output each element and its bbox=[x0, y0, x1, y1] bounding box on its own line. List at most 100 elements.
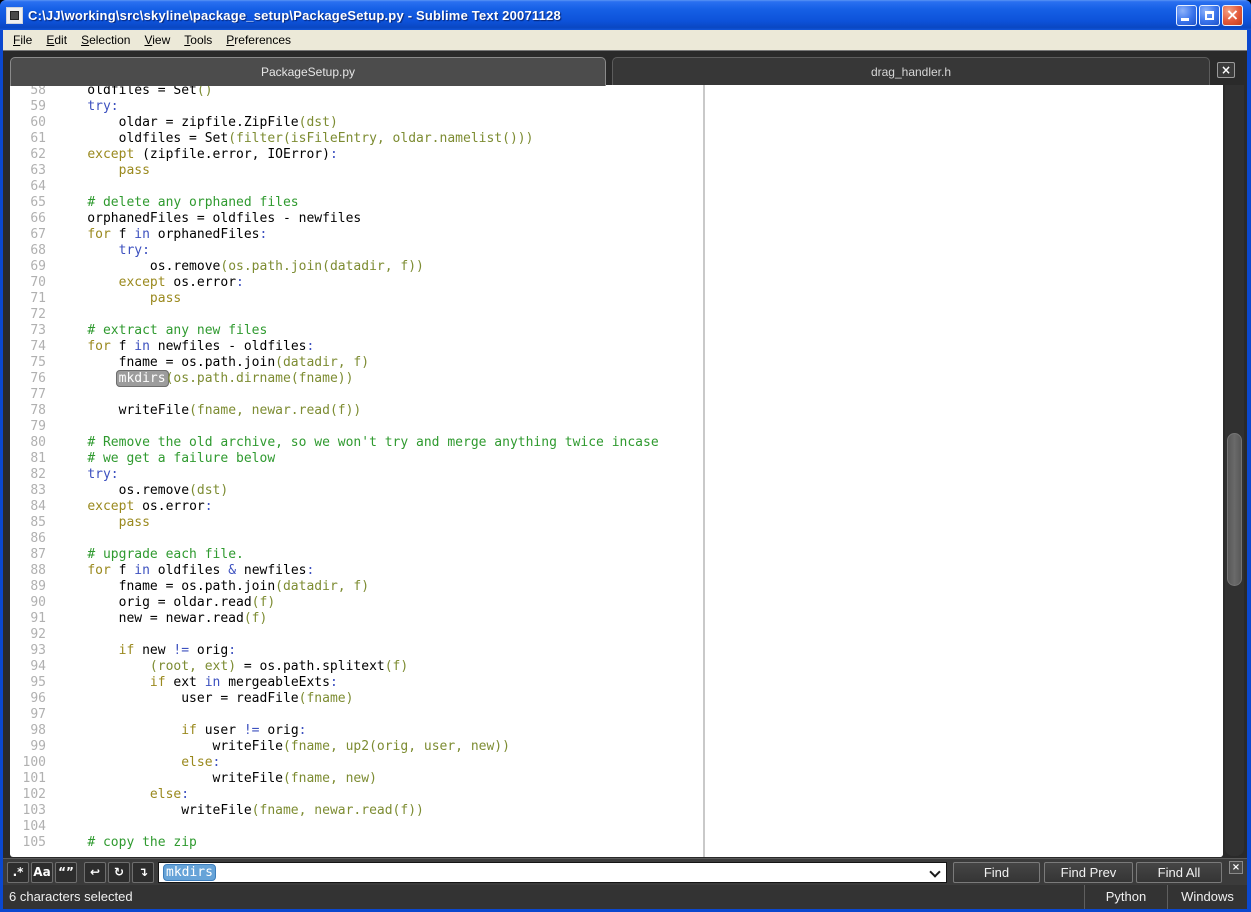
menu-preferences[interactable]: Preferences bbox=[219, 31, 298, 50]
code-line[interactable]: 65 # delete any orphaned files bbox=[10, 195, 703, 211]
menu-view[interactable]: View bbox=[137, 31, 177, 50]
editor-chrome: PackageSetup.pydrag_handler.h × 58 oldfil… bbox=[3, 50, 1247, 908]
menu-file[interactable]: File bbox=[6, 31, 39, 50]
reverse-direction-toggle[interactable]: ↻ bbox=[108, 862, 130, 883]
code-line[interactable]: 96 user = readFile(fname) bbox=[10, 691, 703, 707]
close-button[interactable]: × bbox=[1222, 5, 1243, 26]
case-sensitive-toggle[interactable]: Aa bbox=[31, 862, 53, 883]
in-selection-toggle[interactable]: ↴ bbox=[132, 862, 154, 883]
code-line[interactable]: 100 else: bbox=[10, 755, 703, 771]
code-line[interactable]: 98 if user != orig: bbox=[10, 723, 703, 739]
tab-bar-close-icon[interactable]: × bbox=[1217, 62, 1235, 78]
code-line[interactable]: 91 new = newar.read(f) bbox=[10, 611, 703, 627]
scrollbar-thumb[interactable] bbox=[1227, 433, 1242, 586]
code-token bbox=[56, 275, 119, 290]
find-button[interactable]: Find bbox=[953, 862, 1040, 883]
code-line[interactable]: 90 orig = oldar.read(f) bbox=[10, 595, 703, 611]
tab-packagesetup-py[interactable]: PackageSetup.py bbox=[10, 57, 606, 86]
minimize-button[interactable] bbox=[1176, 5, 1197, 26]
code-line[interactable]: 105 # copy the zip bbox=[10, 835, 703, 851]
code-line[interactable]: 68 try: bbox=[10, 243, 703, 259]
code-token: (dst) bbox=[299, 115, 338, 130]
editor-area[interactable]: 58 oldfiles = Set()59 try:60 oldar = zip… bbox=[10, 85, 1223, 857]
line-number: 64 bbox=[10, 179, 46, 195]
code-line[interactable]: 97 bbox=[10, 707, 703, 723]
regex-toggle[interactable]: .* bbox=[7, 862, 29, 883]
code-line[interactable]: 72 bbox=[10, 307, 703, 323]
code-line[interactable]: 80 # Remove the old archive, so we won't… bbox=[10, 435, 703, 451]
code-line[interactable]: 67 for f in orphanedFiles: bbox=[10, 227, 703, 243]
code-line[interactable]: 76 mkdirs(os.path.dirname(fname)) bbox=[10, 371, 703, 387]
code-line[interactable]: 78 writeFile(fname, newar.read(f)) bbox=[10, 403, 703, 419]
code-token: else bbox=[181, 755, 212, 770]
code-line[interactable]: 89 fname = os.path.join(datadir, f) bbox=[10, 579, 703, 595]
line-endings-selector[interactable]: Windows bbox=[1167, 885, 1247, 909]
code-line[interactable]: 83 os.remove(dst) bbox=[10, 483, 703, 499]
code-line[interactable]: 93 if new != orig: bbox=[10, 643, 703, 659]
code-line[interactable]: 81 # we get a failure below bbox=[10, 451, 703, 467]
find-all-button[interactable]: Find All bbox=[1136, 862, 1222, 883]
code-line[interactable]: 69 os.remove(os.path.join(datadir, f)) bbox=[10, 259, 703, 275]
code-line[interactable]: 75 fname = os.path.join(datadir, f) bbox=[10, 355, 703, 371]
vertical-scrollbar[interactable] bbox=[1225, 85, 1244, 856]
code-line[interactable]: 74 for f in newfiles - oldfiles: bbox=[10, 339, 703, 355]
code-line[interactable]: 63 pass bbox=[10, 163, 703, 179]
tab-drag-handler-h[interactable]: drag_handler.h bbox=[612, 57, 1210, 86]
line-number: 96 bbox=[10, 691, 46, 707]
code-line[interactable]: 101 writeFile(fname, new) bbox=[10, 771, 703, 787]
code-line[interactable]: 86 bbox=[10, 531, 703, 547]
editor-pane-packagesetup[interactable]: 58 oldfiles = Set()59 try:60 oldar = zip… bbox=[10, 85, 703, 857]
menu-selection[interactable]: Selection bbox=[74, 31, 137, 50]
code-line[interactable]: 84 except os.error: bbox=[10, 499, 703, 515]
chevron-down-icon[interactable] bbox=[929, 866, 940, 877]
title-bar[interactable]: C:\JJ\working\src\skyline\package_setup\… bbox=[0, 0, 1251, 30]
code-line[interactable]: 99 writeFile(fname, up2(orig, user, new)… bbox=[10, 739, 703, 755]
editor-pane-draghandler[interactable] bbox=[705, 85, 1223, 857]
code-token: user = readFile bbox=[56, 691, 299, 706]
code-line[interactable]: 85 pass bbox=[10, 515, 703, 531]
code-token: in bbox=[134, 339, 150, 354]
whole-word-toggle[interactable]: “” bbox=[55, 862, 77, 883]
code-token: writeFile bbox=[56, 739, 283, 754]
syntax-selector[interactable]: Python bbox=[1084, 885, 1167, 909]
find-bar-close-icon[interactable]: × bbox=[1229, 861, 1243, 874]
maximize-button[interactable] bbox=[1199, 5, 1220, 26]
code-line[interactable]: 58 oldfiles = Set() bbox=[10, 85, 703, 99]
code-line[interactable]: 104 bbox=[10, 819, 703, 835]
code-line[interactable]: 79 bbox=[10, 419, 703, 435]
code-line[interactable]: 87 # upgrade each file. bbox=[10, 547, 703, 563]
code-line[interactable]: 62 except (zipfile.error, IOError): bbox=[10, 147, 703, 163]
code-line[interactable]: 77 bbox=[10, 387, 703, 403]
code-line[interactable]: 102 else: bbox=[10, 787, 703, 803]
code-line[interactable]: 61 oldfiles = Set(filter(isFileEntry, ol… bbox=[10, 131, 703, 147]
code-token: fname = os.path.join bbox=[56, 355, 275, 370]
find-prev-button[interactable]: Find Prev bbox=[1044, 862, 1133, 883]
code-line[interactable]: 92 bbox=[10, 627, 703, 643]
find-input[interactable]: mkdirs bbox=[158, 862, 947, 883]
code-token bbox=[56, 515, 119, 530]
code-line[interactable]: 82 try: bbox=[10, 467, 703, 483]
code-line[interactable]: 103 writeFile(fname, newar.read(f)) bbox=[10, 803, 703, 819]
code-token bbox=[56, 163, 119, 178]
code-line[interactable]: 70 except os.error: bbox=[10, 275, 703, 291]
code-line[interactable]: 60 oldar = zipfile.ZipFile(dst) bbox=[10, 115, 703, 131]
menu-bar: FileEditSelectionViewToolsPreferences bbox=[3, 30, 1247, 50]
code-token: if bbox=[181, 723, 197, 738]
code-line[interactable]: 95 if ext in mergeableExts: bbox=[10, 675, 703, 691]
wrap-search-toggle[interactable]: ↩ bbox=[84, 862, 106, 883]
code-token: (zipfile.error, IOError) bbox=[134, 147, 330, 162]
code-line[interactable]: 94 (root, ext) = os.path.splitext(f) bbox=[10, 659, 703, 675]
menu-tools[interactable]: Tools bbox=[177, 31, 219, 50]
code-line[interactable]: 66 orphanedFiles = oldfiles - newfiles bbox=[10, 211, 703, 227]
code-line[interactable]: 73 # extract any new files bbox=[10, 323, 703, 339]
code-line[interactable]: 88 for f in oldfiles & newfiles: bbox=[10, 563, 703, 579]
code-line[interactable]: 64 bbox=[10, 179, 703, 195]
code-line[interactable]: 71 pass bbox=[10, 291, 703, 307]
code-token: != bbox=[244, 723, 260, 738]
code-token bbox=[56, 755, 181, 770]
line-number: 78 bbox=[10, 403, 46, 419]
menu-edit[interactable]: Edit bbox=[39, 31, 74, 50]
code-line[interactable]: 59 try: bbox=[10, 99, 703, 115]
code-token: ext bbox=[166, 675, 205, 690]
code-token: : bbox=[307, 563, 315, 578]
